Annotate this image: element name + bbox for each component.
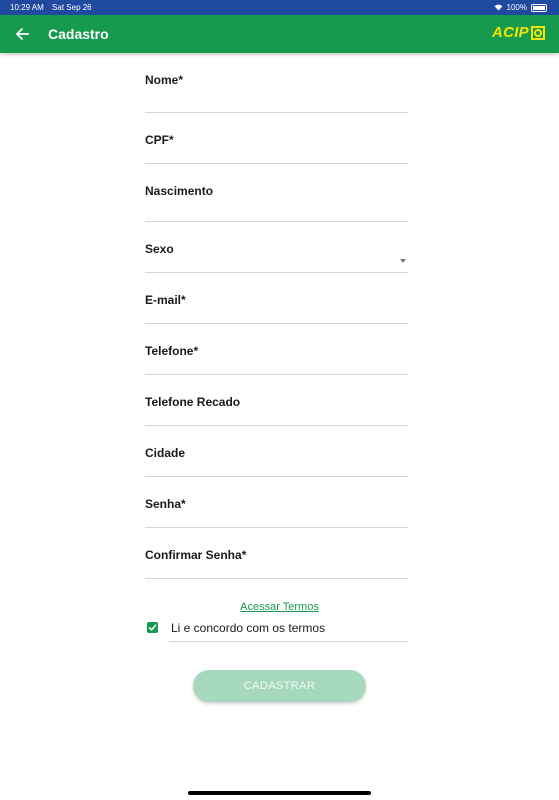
birthdate-label: Nascimento (145, 184, 214, 198)
battery-percent: 100% (506, 3, 527, 12)
name-label: Nome* (145, 73, 184, 87)
status-date: Sat Sep 26 (52, 3, 92, 12)
confirm-password-input[interactable] (145, 560, 408, 574)
cpf-input[interactable] (145, 145, 408, 159)
phone-field[interactable]: Telefone* (145, 324, 408, 375)
name-input[interactable] (145, 94, 408, 108)
city-input[interactable] (145, 458, 408, 472)
confirm-password-field[interactable]: Confirmar Senha* (145, 528, 408, 579)
cpf-field[interactable]: CPF* (145, 113, 408, 164)
message-phone-input[interactable] (145, 407, 408, 421)
app-bar: Cadastro ACIP (0, 15, 559, 53)
status-right: 100% (494, 0, 547, 15)
checkmark-icon (148, 624, 157, 631)
arrow-left-icon[interactable] (14, 26, 30, 42)
status-left: 10:29 AM Sat Sep 26 (10, 0, 98, 15)
birthdate-input[interactable] (145, 203, 408, 217)
status-bar: 10:29 AM Sat Sep 26 100% (0, 0, 559, 15)
email-field[interactable]: E-mail* (145, 273, 408, 324)
wifi-icon (494, 4, 503, 11)
birthdate-field[interactable]: Nascimento (145, 164, 408, 222)
home-indicator (188, 791, 371, 795)
terms-link[interactable]: Acessar Termos (0, 601, 559, 613)
password-field[interactable]: Senha* (145, 477, 408, 528)
registration-form: Nome* CPF* Nascimento Sexo E-mail* Telef… (145, 53, 408, 579)
terms-checkbox[interactable] (147, 622, 158, 633)
phone-input[interactable] (145, 356, 408, 370)
name-field[interactable]: Nome* (145, 53, 408, 113)
terms-agreement[interactable]: Li e concordo com os termos (147, 620, 408, 642)
terms-checkbox-label: Li e concordo com os termos (171, 621, 326, 635)
register-button[interactable]: CADASTRAR (193, 670, 366, 702)
terms-divider (169, 641, 408, 642)
logo-mark-icon (531, 25, 545, 40)
acip-logo: ACIP (492, 24, 545, 41)
email-input[interactable] (145, 305, 408, 319)
sex-label: Sexo (145, 242, 174, 256)
status-time: 10:29 AM (10, 3, 44, 12)
sex-select[interactable]: Sexo (145, 222, 408, 273)
password-input[interactable] (145, 509, 408, 523)
chevron-down-icon[interactable] (400, 259, 406, 263)
page-title: Cadastro (48, 26, 109, 42)
battery-icon (531, 3, 547, 12)
logo-text: ACIP (491, 24, 529, 41)
city-field[interactable]: Cidade (145, 426, 408, 477)
message-phone-field[interactable]: Telefone Recado (145, 375, 408, 426)
